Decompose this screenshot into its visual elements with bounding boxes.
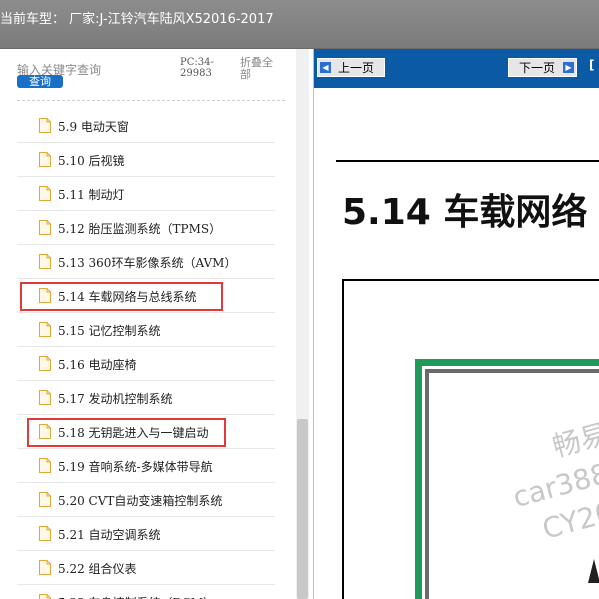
toc-item-label: 5.19 音响系统-多媒体带导航 — [58, 460, 213, 474]
toc-item-label: 5.23 车身控制系统（BCM） — [58, 594, 215, 599]
document-icon — [39, 356, 51, 371]
heading-rule — [336, 160, 599, 162]
arrow-left-icon: ◀ — [320, 62, 331, 73]
page-nav-bar: ◀ 上一页 下一页 ▶ [ — [314, 49, 599, 88]
document-viewer: ◀ 上一页 下一页 ▶ [ 5.14 车载网络 畅易 car388 CY20 — [314, 49, 599, 599]
nav-extra: [ — [589, 58, 595, 72]
toc-item[interactable]: 5.12 胎压监测系统（TPMS） — [17, 211, 275, 245]
next-page-label: 下一页 — [519, 61, 556, 75]
toc-item-label: 5.16 电动座椅 — [58, 358, 137, 372]
toc-item[interactable]: 5.16 电动座椅 — [17, 347, 275, 381]
toc-item[interactable]: 5.9 电动天窗 — [17, 109, 275, 143]
document-icon — [39, 458, 51, 473]
toc-item-label: 5.20 CVT自动变速箱控制系统 — [58, 494, 223, 508]
toc-item[interactable]: 5.17 发动机控制系统 — [17, 381, 275, 415]
search-button[interactable]: 查询 — [17, 75, 63, 88]
search-area: 输入关键字查询 查询 PC:34-29983 折叠全部 — [0, 49, 300, 103]
toc-item[interactable]: 5.11 制动灯 — [17, 177, 275, 211]
toc-item[interactable]: 5.20 CVT自动变速箱控制系统 — [17, 483, 275, 517]
toc-item-label: 5.15 记忆控制系统 — [58, 324, 161, 338]
toc-item[interactable]: 5.22 组合仪表 — [17, 551, 275, 585]
scroll-thumb[interactable] — [297, 419, 308, 599]
prev-page-label: 上一页 — [338, 61, 375, 75]
toc-item[interactable]: 5.19 音响系统-多媒体带导航 — [17, 449, 275, 483]
document-icon — [39, 220, 51, 235]
document-icon — [39, 526, 51, 541]
toc-item-label: 5.9 电动天窗 — [58, 120, 129, 134]
arrow-right-icon: ▶ — [563, 62, 574, 73]
prev-page-button[interactable]: ◀ 上一页 — [317, 58, 385, 77]
highlight-box — [20, 282, 223, 311]
toc-item-label: 5.13 360环车影像系统（AVM） — [58, 256, 237, 270]
toc-item[interactable]: 5.15 记忆控制系统 — [17, 313, 275, 347]
diagram-symbol — [588, 559, 599, 583]
toc-item[interactable]: 5.21 自动空调系统 — [17, 517, 275, 551]
toc-item[interactable]: 5.23 车身控制系统（BCM） — [17, 585, 275, 599]
section-heading: 5.14 车载网络 — [342, 192, 588, 233]
document-icon — [39, 322, 51, 337]
document-icon — [39, 254, 51, 269]
toc-item-label: 5.21 自动空调系统 — [58, 528, 161, 542]
toc-item[interactable]: 5.13 360环车影像系统（AVM） — [17, 245, 275, 279]
toc-item-label: 5.10 后视镜 — [58, 154, 125, 168]
toc-item[interactable]: 5.10 后视镜 — [17, 143, 275, 177]
document-icon — [39, 118, 51, 133]
next-page-button[interactable]: 下一页 ▶ — [508, 58, 577, 77]
document-icon — [39, 186, 51, 201]
collapse-all-button[interactable]: 折叠全部 — [240, 57, 280, 81]
divider — [17, 100, 285, 101]
document-code: PC:34-29983 — [180, 57, 214, 79]
document-icon — [39, 152, 51, 167]
toc-panel: 输入关键字查询 查询 PC:34-29983 折叠全部 5.9 电动天窗 5.10… — [0, 49, 314, 599]
document-icon — [39, 390, 51, 405]
toc-item-label: 5.12 胎压监测系统（TPMS） — [58, 222, 222, 236]
title-bar: 当前车型： 厂家:J-江铃汽车陆风X52016-2017 — [0, 0, 599, 49]
toc-list: 5.9 电动天窗 5.10 后视镜 5.11 制动灯 5.12 胎压监测系统（TPMS… — [0, 109, 296, 599]
scrollbar[interactable] — [296, 49, 309, 599]
document-icon — [39, 594, 51, 599]
document-icon — [39, 492, 51, 507]
toc-item-label: 5.11 制动灯 — [58, 188, 125, 202]
toc-item-label: 5.22 组合仪表 — [58, 562, 137, 576]
document-icon — [39, 560, 51, 575]
highlight-box — [27, 418, 226, 447]
vehicle-title: 当前车型： 厂家:J-江铃汽车陆风X52016-2017 — [0, 12, 274, 27]
toc-item-label: 5.17 发动机控制系统 — [58, 392, 173, 406]
